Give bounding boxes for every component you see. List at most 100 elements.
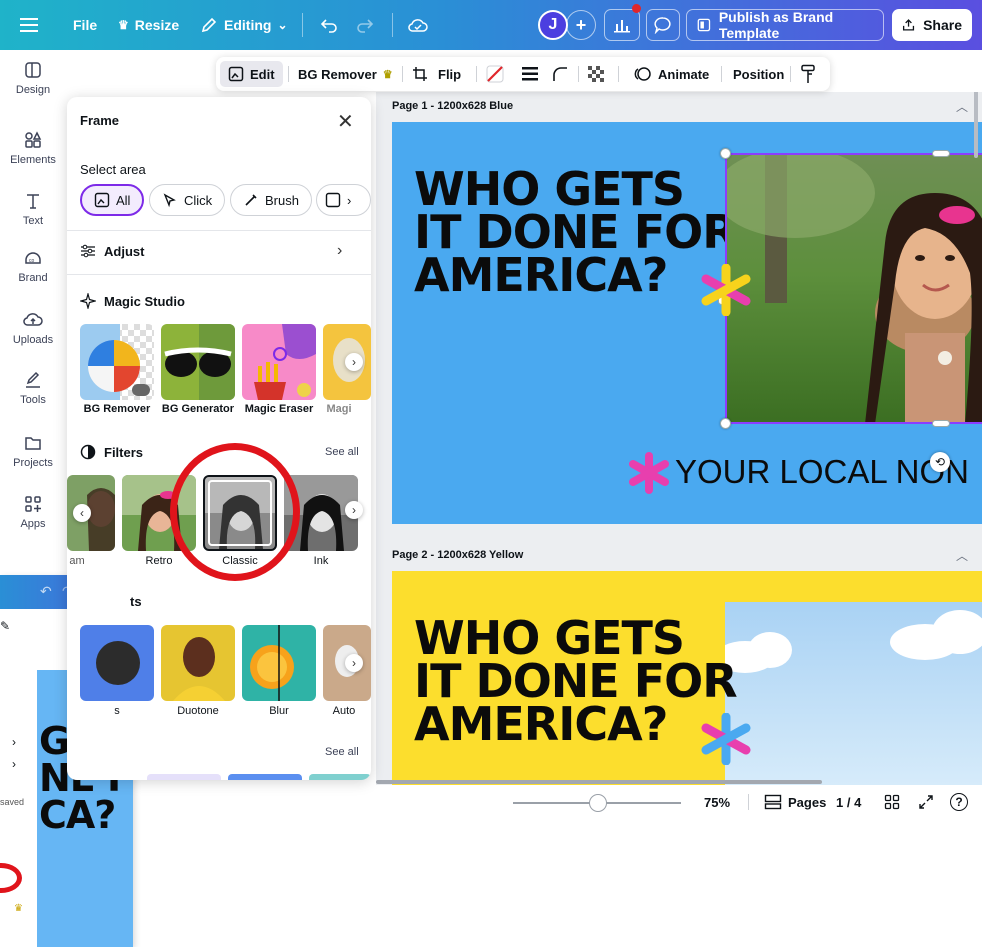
page-2-canvas[interactable]: WHO GETS IT DONE FOR AMERICA? <box>392 571 982 785</box>
comments-button[interactable] <box>646 9 680 41</box>
chevron-up-icon[interactable]: ︿ <box>956 98 968 115</box>
chevron-left-icon[interactable]: ‹ <box>73 504 91 522</box>
border-style-button[interactable] <box>522 57 538 91</box>
edit-button[interactable]: Edit <box>220 61 283 87</box>
rail-item-text[interactable]: Text <box>0 191 66 227</box>
tool-label: BG Generator <box>161 403 235 415</box>
asterisk-decoration <box>701 713 751 765</box>
effect-blur[interactable] <box>242 625 316 701</box>
zoom-slider-handle[interactable] <box>589 794 607 812</box>
publish-brand-template-button[interactable]: Publish as Brand Template <box>686 9 884 41</box>
crop-button[interactable] <box>412 57 428 91</box>
resize-handle[interactable] <box>720 148 731 159</box>
effect-duotone[interactable] <box>161 625 235 701</box>
tool-label: Magic Eraser <box>244 403 314 415</box>
rail-item-tools[interactable]: Tools <box>0 370 66 406</box>
select-area-brush-chip[interactable]: Brush <box>230 184 312 216</box>
invite-button[interactable]: + <box>566 10 596 40</box>
magic-eraser-tool[interactable] <box>242 324 316 400</box>
more-thumbnails-row <box>147 774 371 780</box>
rail-item-design[interactable]: Design <box>0 60 66 96</box>
close-icon[interactable]: ✕ <box>337 109 354 134</box>
pages-button[interactable]: Pages <box>764 785 826 819</box>
draw-icon <box>26 371 40 388</box>
headline-line: AMERICA? <box>414 248 668 302</box>
zoom-value[interactable]: 75% <box>704 785 730 819</box>
animate-button[interactable]: Animate <box>634 57 709 91</box>
chevron-right-icon[interactable]: › <box>345 654 363 672</box>
rail-item-elements[interactable]: Elements <box>0 130 66 166</box>
app-root: File ♛ Resize Editing ⌄ J + Publish as B… <box>0 0 982 947</box>
share-button[interactable]: Share <box>892 9 972 41</box>
fullscreen-button[interactable] <box>918 785 934 819</box>
adjust-row[interactable]: Adjust <box>80 243 144 259</box>
horizontal-scrollbar[interactable] <box>376 780 822 784</box>
page-1-headline[interactable]: WHO GETS IT DONE FOR AMERICA? <box>414 166 738 302</box>
filters-see-all-link[interactable]: See all <box>325 446 359 458</box>
position-button[interactable]: Position <box>733 57 784 91</box>
corner-rounding-button[interactable] <box>552 57 568 91</box>
resize-handle[interactable] <box>932 150 950 157</box>
grid-view-button[interactable] <box>884 785 900 819</box>
undo-button[interactable] <box>320 0 338 50</box>
select-area-click-chip[interactable]: Click <box>149 184 226 216</box>
frame-panel: Frame ✕ Select area All Click Brush › Ad… <box>67 97 371 780</box>
bg-generator-tool[interactable] <box>161 324 235 400</box>
annotation-circle <box>170 443 300 581</box>
insights-button[interactable] <box>604 9 640 41</box>
cloud-save-button[interactable] <box>408 0 428 50</box>
sky-photo[interactable] <box>725 602 982 785</box>
comment-icon <box>654 17 671 34</box>
effect-label: Duotone <box>177 705 219 717</box>
vertical-scrollbar[interactable] <box>974 92 978 158</box>
rail-item-uploads[interactable]: Uploads <box>0 310 66 346</box>
select-area-all-chip[interactable]: All <box>80 184 145 216</box>
pages-icon <box>764 794 782 810</box>
chevron-up-icon[interactable]: ︿ <box>956 547 968 564</box>
page-2-headline[interactable]: WHO GETS IT DONE FOR AMERICA? <box>414 615 738 747</box>
bar-chart-icon <box>614 20 630 33</box>
cloud-upload-icon <box>23 313 43 326</box>
editing-mode-menu[interactable]: Editing ⌄ <box>200 0 288 50</box>
left-rail: Design Elements Text co Brand Uploads To… <box>0 50 66 580</box>
expand-icon <box>919 795 933 809</box>
effects-see-all-link[interactable]: See all <box>325 746 359 758</box>
selection-box <box>725 153 982 424</box>
redo-button[interactable] <box>356 0 374 50</box>
resize-handle[interactable] <box>720 418 731 429</box>
resize-menu[interactable]: ♛ Resize <box>118 0 179 50</box>
svg-text:co: co <box>29 258 35 264</box>
file-menu[interactable]: File <box>73 0 97 50</box>
template-icon <box>697 18 711 32</box>
effects-heading: ts <box>80 594 142 609</box>
select-area-more-chip[interactable]: › <box>316 184 371 216</box>
rotate-handle[interactable]: ⟲ <box>930 452 950 472</box>
crown-icon: ♛ <box>14 903 23 914</box>
chevron-right-icon[interactable]: › <box>345 501 363 519</box>
brand-icon: co <box>25 252 41 264</box>
page-1-canvas[interactable]: WHO GETS IT DONE FOR AMERICA? YOUR LOCAL… <box>392 122 982 524</box>
share-label: Share <box>923 17 962 33</box>
chevron-right-icon[interactable]: › <box>345 353 363 371</box>
bg-remover-button[interactable]: BG Remover ♛ <box>298 57 393 91</box>
crown-icon: ♛ <box>382 68 393 81</box>
bg-remover-tool[interactable] <box>80 324 154 400</box>
flip-button[interactable]: Flip <box>438 57 461 91</box>
rail-item-brand[interactable]: co Brand <box>0 248 66 284</box>
user-avatar[interactable]: J <box>538 10 568 40</box>
border-color-button[interactable] <box>486 57 504 91</box>
effect-partial[interactable] <box>80 625 154 701</box>
pages-label: Pages <box>788 794 827 810</box>
transparency-button[interactable] <box>588 57 604 91</box>
tool-label: Magi <box>326 403 352 415</box>
top-bar: File ♛ Resize Editing ⌄ J + Publish as B… <box>0 0 982 50</box>
rail-item-apps[interactable]: Apps <box>0 494 66 530</box>
copy-style-button[interactable] <box>800 57 816 91</box>
rail-item-projects[interactable]: Projects <box>0 433 66 469</box>
resize-handle[interactable] <box>932 420 950 427</box>
menu-icon[interactable] <box>20 0 38 50</box>
adjust-label: Adjust <box>104 243 145 259</box>
page-1-tagline[interactable]: YOUR LOCAL NON <box>675 453 969 491</box>
chevron-right-icon[interactable]: › <box>337 242 342 260</box>
help-button[interactable]: ? <box>950 785 968 819</box>
